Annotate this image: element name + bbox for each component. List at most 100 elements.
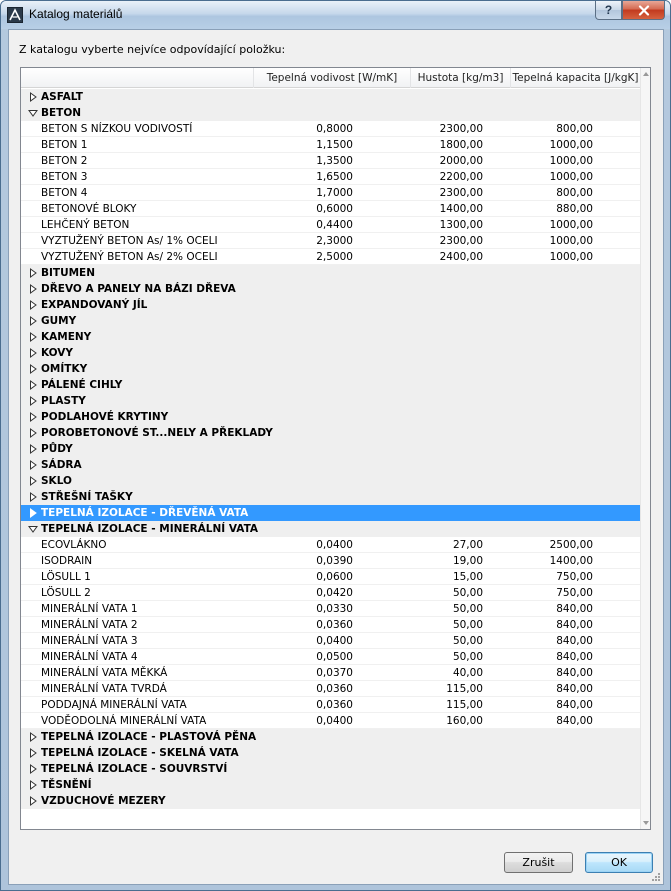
category-row[interactable]: TEPELNÁ IZOLACE - MINERÁLNÍ VATA bbox=[21, 521, 641, 537]
material-row[interactable]: MINERÁLNÍ VATA 4 0,0500 50,00 840,00 bbox=[21, 649, 641, 665]
column-header-conductivity[interactable]: Tepelná vodivost [W/mK] bbox=[254, 68, 411, 88]
cancel-button[interactable]: Zrušit bbox=[504, 852, 573, 873]
material-row[interactable]: PODDAJNÁ MINERÁLNÍ VATA 0,0360 115,00 840,0… bbox=[21, 697, 641, 713]
collapsed-triangle-icon[interactable] bbox=[28, 396, 38, 406]
expanded-triangle-icon[interactable] bbox=[28, 524, 38, 534]
category-row[interactable]: TĚSNĚNÍ bbox=[21, 777, 641, 793]
category-row[interactable]: SKLO bbox=[21, 473, 641, 489]
category-row[interactable]: EXPANDOVANÝ JÍL bbox=[21, 297, 641, 313]
category-row[interactable]: TEPELNÁ IZOLACE - SKELNÁ VATA bbox=[21, 745, 641, 761]
collapsed-triangle-icon[interactable] bbox=[28, 460, 38, 470]
category-row[interactable]: PŮDY bbox=[21, 441, 641, 457]
material-row[interactable]: LEHČENÝ BETON 0,4400 1300,00 1000,00 bbox=[21, 217, 641, 233]
collapsed-triangle-icon[interactable] bbox=[28, 732, 38, 742]
material-name: MINERÁLNÍ VATA TVRDÁ bbox=[41, 683, 167, 695]
collapsed-triangle-icon[interactable] bbox=[28, 412, 38, 422]
material-row[interactable]: BETON 3 1,6500 2200,00 1000,00 bbox=[21, 169, 641, 185]
category-row[interactable]: PLASTY bbox=[21, 393, 641, 409]
scroll-up-arrow-icon[interactable] bbox=[642, 70, 650, 78]
material-row[interactable]: VODĚODOLNÁ MINERÁLNÍ VATA 0,0400 160,00 840… bbox=[21, 713, 641, 729]
scroll-down-arrow-icon[interactable] bbox=[642, 819, 650, 827]
category-label: TĚSNĚNÍ bbox=[41, 779, 92, 791]
category-row[interactable]: OMÍTKY bbox=[21, 361, 641, 377]
material-row[interactable]: LÖSULL 1 0,0600 15,00 750,00 bbox=[21, 569, 641, 585]
category-label: TEPELNÁ IZOLACE - PLASTOVÁ PĚNA bbox=[41, 731, 257, 743]
category-row[interactable]: TEPELNÁ IZOLACE - DŘEVĚNÁ VATA bbox=[21, 505, 641, 521]
material-row[interactable]: MINERÁLNÍ VATA 3 0,0400 50,00 840,00 bbox=[21, 633, 641, 649]
material-name: BETON 3 bbox=[41, 171, 88, 183]
collapsed-triangle-icon[interactable] bbox=[28, 780, 38, 790]
column-header-capacity[interactable]: Tepelná kapacita [J/kgK] bbox=[511, 68, 641, 88]
category-row[interactable]: BETON bbox=[21, 105, 641, 121]
material-row[interactable]: BETON S NÍZKOU VODIVOSTÍ 0,8000 2300,00 800… bbox=[21, 121, 641, 137]
material-row[interactable]: BETON 2 1,3500 2000,00 1000,00 bbox=[21, 153, 641, 169]
category-row[interactable]: DŘEVO A PANELY NA BÁZI DŘEVA bbox=[21, 281, 641, 297]
collapsed-triangle-icon[interactable] bbox=[28, 796, 38, 806]
category-row[interactable]: KAMENY bbox=[21, 329, 641, 345]
material-row[interactable]: BETON 4 1,7000 2300,00 800,00 bbox=[21, 185, 641, 201]
title-bar[interactable]: Katalog materiálů ? bbox=[1, 1, 670, 29]
expanded-triangle-icon[interactable] bbox=[28, 108, 38, 118]
material-list[interactable]: Tepelná vodivost [W/mK] Hustota [kg/m3] … bbox=[20, 67, 651, 830]
collapsed-triangle-icon[interactable] bbox=[28, 476, 38, 486]
material-row[interactable]: VYZTUŽENÝ BETON As/ 1% OCELI 2,3000 2300,0… bbox=[21, 233, 641, 249]
resize-grip-icon[interactable] bbox=[651, 872, 661, 882]
material-name: MINERÁLNÍ VATA 4 bbox=[41, 651, 138, 663]
category-row[interactable]: GUMY bbox=[21, 313, 641, 329]
material-row[interactable]: LÖSULL 2 0,0420 50,00 750,00 bbox=[21, 585, 641, 601]
collapsed-triangle-icon[interactable] bbox=[28, 748, 38, 758]
material-row[interactable]: BETONOVÉ BLOKY 0,6000 1400,00 880,00 bbox=[21, 201, 641, 217]
collapsed-triangle-icon[interactable] bbox=[28, 444, 38, 454]
category-label: PODLAHOVÉ KRYTINY bbox=[41, 411, 169, 423]
material-row[interactable]: VYZTUŽENÝ BETON As/ 2% OCELI 2,5000 2400,0… bbox=[21, 249, 641, 265]
material-name: BETON 2 bbox=[41, 155, 88, 167]
vertical-scrollbar[interactable] bbox=[640, 68, 650, 829]
category-row[interactable]: SÁDRA bbox=[21, 457, 641, 473]
category-row[interactable]: VZDUCHOVÉ MEZERY bbox=[21, 793, 641, 809]
category-row[interactable]: TEPELNÁ IZOLACE - PLASTOVÁ PĚNA bbox=[21, 729, 641, 745]
material-row[interactable]: ECOVLÁKNO 0,0400 27,00 2500,00 bbox=[21, 537, 641, 553]
collapsed-triangle-icon[interactable] bbox=[28, 316, 38, 326]
capacity-value: 750,00 bbox=[556, 571, 593, 583]
collapsed-triangle-icon[interactable] bbox=[28, 380, 38, 390]
collapsed-triangle-icon[interactable] bbox=[28, 300, 38, 310]
collapsed-triangle-icon[interactable] bbox=[28, 492, 38, 502]
ok-button[interactable]: OK bbox=[585, 852, 653, 873]
collapsed-triangle-icon[interactable] bbox=[28, 268, 38, 278]
category-row[interactable]: ASFALT bbox=[21, 89, 641, 105]
close-icon bbox=[638, 4, 649, 16]
collapsed-triangle-icon[interactable] bbox=[28, 332, 38, 342]
column-header-density[interactable]: Hustota [kg/m3] bbox=[411, 68, 511, 88]
category-row[interactable]: PODLAHOVÉ KRYTINY bbox=[21, 409, 641, 425]
density-value: 1800,00 bbox=[439, 139, 483, 151]
material-row[interactable]: MINERÁLNÍ VATA MĚKKÁ 0,0370 40,00 840,00 bbox=[21, 665, 641, 681]
category-label: BITUMEN bbox=[41, 267, 96, 279]
material-name: MINERÁLNÍ VATA 2 bbox=[41, 619, 138, 631]
help-button[interactable]: ? bbox=[595, 1, 622, 20]
density-value: 40,00 bbox=[452, 667, 483, 679]
column-header-name[interactable] bbox=[21, 68, 254, 88]
collapsed-triangle-icon[interactable] bbox=[28, 348, 38, 358]
conductivity-value: 1,7000 bbox=[316, 187, 353, 199]
category-row[interactable]: TEPELNÁ IZOLACE - SOUVRSTVÍ bbox=[21, 761, 641, 777]
material-row[interactable]: MINERÁLNÍ VATA TVRDÁ 0,0360 115,00 840,00 bbox=[21, 681, 641, 697]
category-row[interactable]: BITUMEN bbox=[21, 265, 641, 281]
category-row[interactable]: KOVY bbox=[21, 345, 641, 361]
material-row[interactable]: MINERÁLNÍ VATA 1 0,0330 50,00 840,00 bbox=[21, 601, 641, 617]
category-row[interactable]: PÁLENÉ CIHLY bbox=[21, 377, 641, 393]
collapsed-triangle-icon[interactable] bbox=[28, 508, 38, 518]
collapsed-triangle-icon[interactable] bbox=[28, 364, 38, 374]
material-row[interactable]: ISODRAIN 0,0390 19,00 1400,00 bbox=[21, 553, 641, 569]
close-button[interactable] bbox=[622, 1, 665, 20]
collapsed-triangle-icon[interactable] bbox=[28, 92, 38, 102]
material-row[interactable]: BETON 1 1,1500 1800,00 1000,00 bbox=[21, 137, 641, 153]
material-row[interactable]: MINERÁLNÍ VATA 2 0,0360 50,00 840,00 bbox=[21, 617, 641, 633]
category-row[interactable]: POROBETONOVÉ ST...NELY A PŘEKLADY bbox=[21, 425, 641, 441]
material-name: PODDAJNÁ MINERÁLNÍ VATA bbox=[41, 699, 187, 711]
collapsed-triangle-icon[interactable] bbox=[28, 284, 38, 294]
collapsed-triangle-icon[interactable] bbox=[28, 764, 38, 774]
material-name: VYZTUŽENÝ BETON As/ 2% OCELI bbox=[41, 251, 218, 263]
density-value: 160,00 bbox=[446, 715, 483, 727]
collapsed-triangle-icon[interactable] bbox=[28, 428, 38, 438]
category-row[interactable]: STŘEŠNÍ TAŠKY bbox=[21, 489, 641, 505]
